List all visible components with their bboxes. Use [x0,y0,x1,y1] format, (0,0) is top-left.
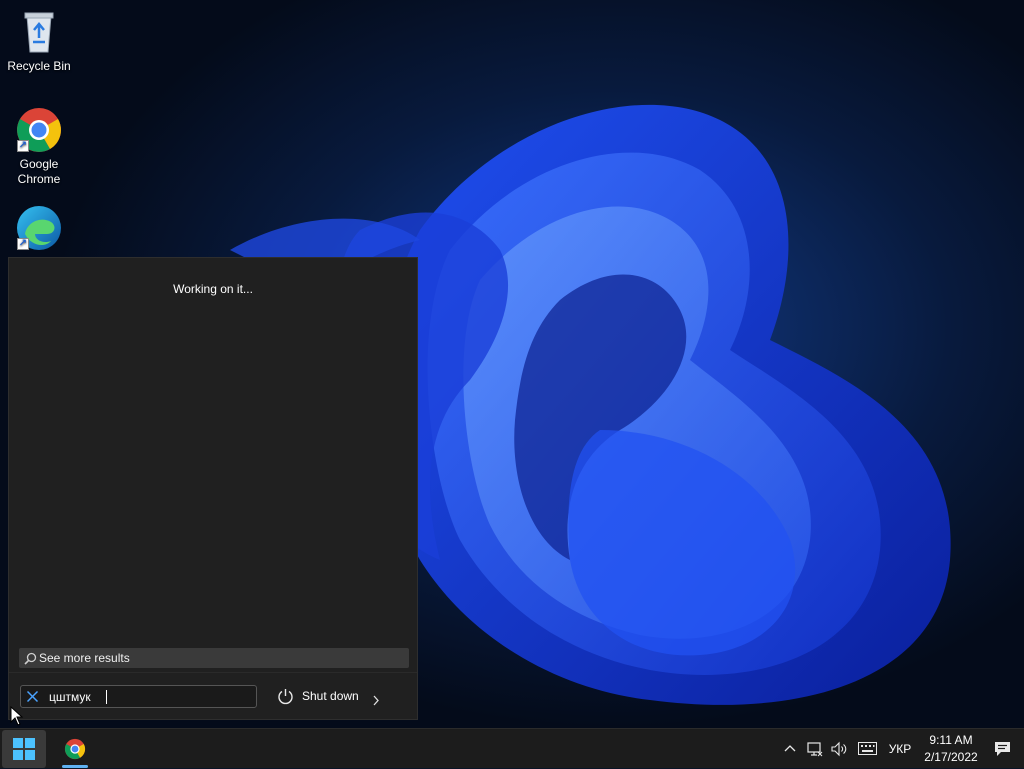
panel-divider [9,672,417,673]
windows-start-icon [13,738,35,760]
start-button[interactable] [2,730,46,768]
clock[interactable]: 9:11 AM 2/17/2022 [920,732,982,766]
show-hidden-icons-button[interactable] [780,729,800,769]
desktop-icon-chrome[interactable]: ↗ Google Chrome [4,106,74,187]
text-caret [106,690,107,704]
input-language-indicator[interactable]: УКР [884,729,916,769]
search-input[interactable] [49,688,249,705]
touch-keyboard-button[interactable] [856,729,880,769]
see-more-results-label: See more results [39,651,130,665]
close-icon[interactable] [26,690,39,708]
taskbar: УКР 9:11 AM 2/17/2022 [0,728,1024,768]
notification-center-button[interactable] [986,729,1020,769]
chrome-icon: ↗ [15,106,63,154]
desktop-icon-label: Recycle Bin [7,59,71,73]
speaker-icon [831,741,847,757]
see-more-results-button[interactable]: See more results [19,648,409,668]
recycle-bin-icon [15,8,63,56]
clock-time: 9:11 AM [929,733,973,747]
search-status-text: Working on it... [173,282,253,296]
desktop-icon-label: Google Chrome [17,157,61,186]
chevron-right-icon[interactable] [372,691,380,714]
edge-icon: ↗ [15,204,63,252]
chrome-icon [64,738,86,760]
notification-icon [995,742,1010,756]
volume-tray-button[interactable] [828,729,850,769]
desktop-icon-recycle-bin[interactable]: Recycle Bin [4,8,74,74]
start-search-panel: Working on it... See more results цштмук… [8,257,418,720]
shut-down-button[interactable]: Shut down [275,685,385,708]
keyboard-icon [858,742,877,755]
power-icon [277,688,294,713]
shut-down-label: Shut down [302,689,359,703]
taskbar-chrome-button[interactable] [56,730,94,768]
clock-date: 2/17/2022 [924,750,978,764]
desktop-icon-edge[interactable]: ↗ [4,204,74,255]
network-icon [807,742,823,757]
shortcut-arrow-icon: ↗ [17,238,29,250]
shortcut-arrow-icon: ↗ [17,140,29,152]
mouse-cursor-icon [10,706,24,726]
network-tray-button[interactable] [804,729,826,769]
magnifier-icon [24,651,37,671]
chevron-up-icon [784,745,796,752]
search-box[interactable] [20,685,257,708]
